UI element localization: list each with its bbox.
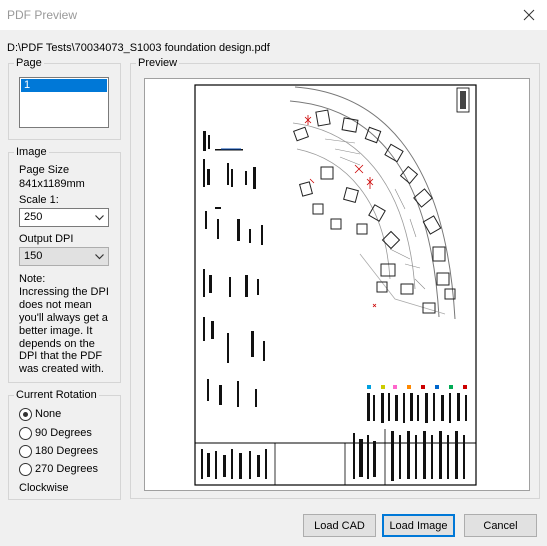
radio-circle (19, 444, 32, 458)
page-list-item[interactable]: 1 (21, 79, 107, 92)
note-line: depends on the (19, 337, 95, 350)
rotation-option-label: 90 Degrees (35, 427, 92, 439)
output-dpi-value: 150 (24, 250, 43, 262)
page-size-value: 841x1189mm (19, 178, 85, 190)
rotation-180-radio[interactable]: 180 Degrees (19, 444, 98, 458)
rotation-option-label: None (35, 408, 62, 420)
close-icon (523, 9, 535, 21)
scale-label: Scale 1: (19, 194, 59, 206)
note-line: you'll always get a (19, 311, 108, 324)
page-group-legend: Page (16, 57, 42, 69)
window-title: PDF Preview (7, 8, 78, 22)
note-line: better image. It (19, 324, 93, 337)
note-line: DPI that the PDF (19, 350, 103, 363)
chevron-down-icon (95, 215, 104, 221)
page-size-label: Page Size (19, 164, 70, 176)
file-path: D:\PDF Tests\70034073_S1003 foundation d… (7, 42, 270, 54)
cancel-button[interactable]: Cancel (464, 514, 537, 537)
scale-combo[interactable]: 250 (19, 208, 109, 227)
preview-group-legend: Preview (138, 57, 178, 69)
output-dpi-combo[interactable]: 150 (19, 247, 109, 266)
radio-circle (19, 426, 32, 440)
rotation-90-radio[interactable]: 90 Degrees (19, 426, 92, 440)
chevron-down-icon (95, 254, 104, 260)
note-line: does not mean (19, 298, 92, 311)
dpi-note: Note: Incressing the DPI does not mean y… (19, 273, 114, 376)
close-button[interactable] (511, 0, 547, 30)
drawing-preview-image (194, 84, 477, 486)
load-cad-button[interactable]: Load CAD (303, 514, 376, 537)
scale-value: 250 (24, 211, 43, 223)
page-list[interactable]: 1 (19, 77, 109, 128)
rotation-option-label: 180 Degrees (35, 445, 98, 457)
rotation-direction: Clockwise (19, 482, 69, 494)
rotation-option-label: 270 Degrees (35, 463, 98, 475)
note-line: Incressing the DPI (19, 285, 109, 298)
rotation-group-legend: Current Rotation (16, 389, 97, 401)
rotation-270-radio[interactable]: 270 Degrees (19, 462, 98, 476)
image-group-legend: Image (16, 146, 47, 158)
load-image-button[interactable]: Load Image (382, 514, 455, 537)
title-bar: PDF Preview (0, 0, 547, 30)
rotation-none-radio[interactable]: None (19, 407, 61, 421)
note-line: Note: (19, 273, 46, 285)
output-dpi-label: Output DPI (19, 233, 74, 245)
preview-area (144, 78, 530, 491)
radio-circle-selected (19, 407, 32, 421)
note-line: was created with. (19, 363, 104, 376)
radio-circle (19, 462, 32, 476)
